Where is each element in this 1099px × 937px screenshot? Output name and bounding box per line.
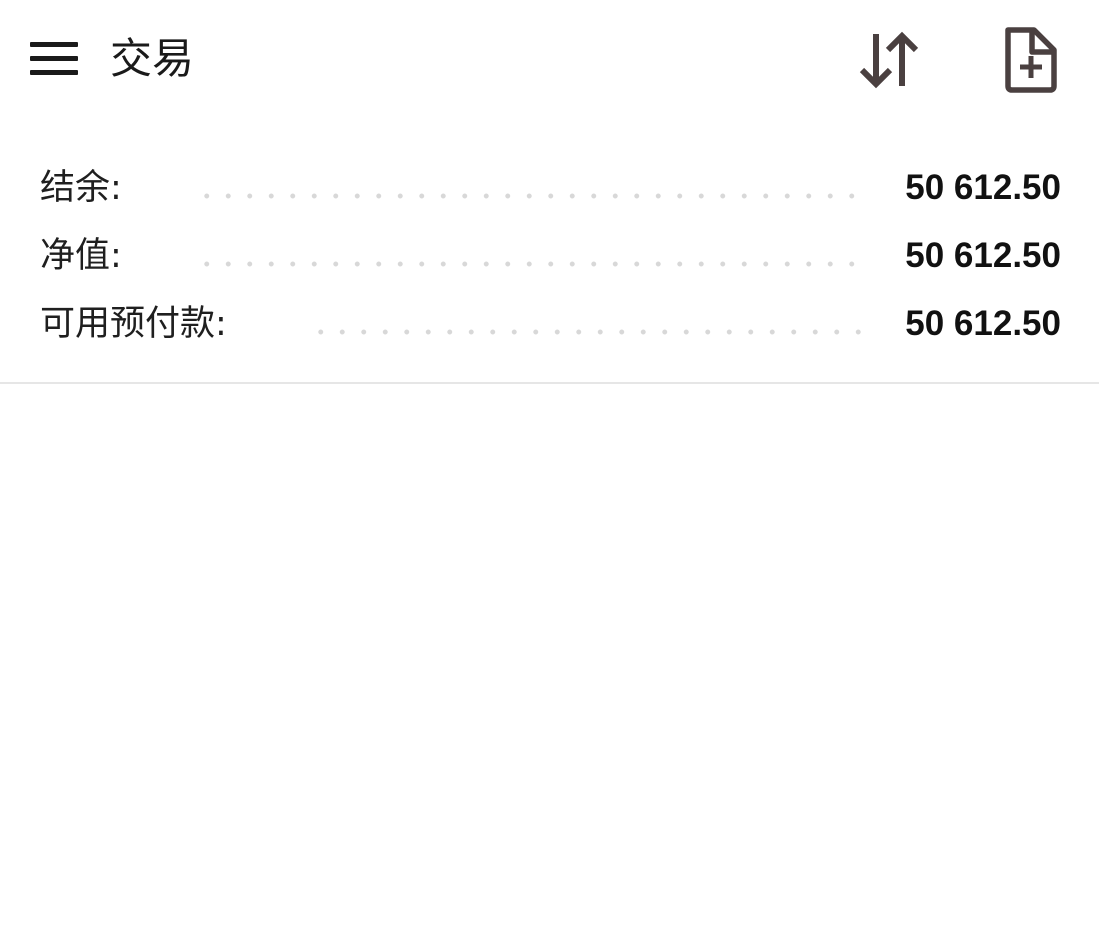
sort-arrows-icon (859, 31, 919, 89)
equity-value: 50 612.50 (905, 236, 1061, 275)
trade-screen: 交易 结余: 50 612.50 净值: 50 612.50 可用预付款: 50… (0, 0, 1099, 937)
summary-row-balance: 结余: 50 612.50 (0, 155, 1099, 223)
summary-row-equity: 净值: 50 612.50 (0, 223, 1099, 291)
app-bar: 交易 (0, 0, 1099, 120)
free-margin-label: 可用预付款: (40, 304, 227, 344)
hamburger-menu-icon-line (30, 70, 78, 75)
balance-label: 结余: (40, 168, 122, 208)
balance-value: 50 612.50 (905, 168, 1061, 207)
free-margin-value: 50 612.50 (905, 304, 1061, 343)
page-title: 交易 (110, 34, 195, 83)
section-divider (0, 382, 1099, 384)
equity-label: 净值: (40, 236, 122, 276)
new-document-button[interactable] (992, 22, 1068, 98)
new-document-icon (1005, 27, 1057, 93)
sort-button[interactable] (852, 24, 928, 96)
dotted-leader (196, 261, 864, 267)
hamburger-menu-icon (30, 42, 78, 47)
menu-button[interactable] (18, 30, 90, 90)
summary-row-free-margin: 可用预付款: 50 612.50 (0, 291, 1099, 359)
hamburger-menu-icon-line (30, 56, 78, 61)
dotted-leader (196, 193, 864, 199)
dotted-leader (310, 329, 870, 335)
